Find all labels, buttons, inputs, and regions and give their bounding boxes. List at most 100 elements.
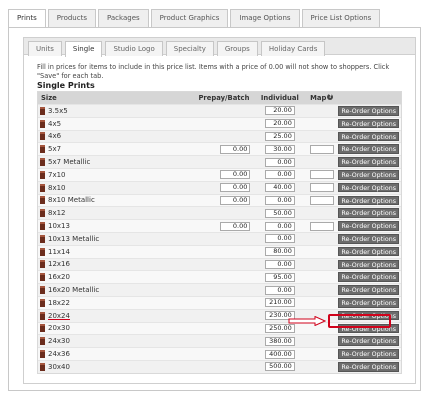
size-label: 4x6 (48, 132, 62, 141)
individual-cell: 500.00 (253, 362, 306, 372)
individual-cell: 0.00 (253, 170, 306, 180)
map-cell (306, 195, 337, 205)
re-order-options-button[interactable]: Re-Order Options (338, 118, 399, 129)
table-row: 16x20 95.00 Re-Order Options (38, 270, 401, 284)
size-label: 11x14 (48, 247, 70, 256)
individual-cell: 0.00 (253, 157, 306, 167)
prices-table: Size Prepay/Batch Individual Map ? 3.5x5… (37, 91, 402, 374)
individual-price-input[interactable]: 20.00 (264, 106, 295, 116)
size-cell: 20x24 (38, 311, 181, 320)
re-order-options-button[interactable]: Re-Order Options (338, 336, 399, 347)
re-order-options-button[interactable]: Re-Order Options (338, 208, 399, 219)
table-row: 8x10 0.00 40.00 Re-Order Options (38, 180, 401, 194)
re-order-options-button[interactable]: Re-Order Options (338, 259, 399, 270)
re-order-options-button[interactable]: Re-Order Options (338, 131, 399, 142)
re-order-options-button[interactable]: Re-Order Options (338, 285, 399, 295)
prepay-price-input[interactable]: 0.00 (220, 144, 251, 154)
inner-tab-bar: Units Single Studio Logo Specialty Groups Hol… (24, 38, 415, 57)
tab-image-options[interactable]: Image Options (230, 9, 300, 27)
size-cell: 4x5 (38, 119, 181, 128)
individual-price-input[interactable]: 50.00 (264, 208, 295, 218)
map-price-input[interactable] (309, 195, 334, 205)
reorder-cell: Re-Order Options (337, 349, 401, 359)
table-body: 3.5x5 20.00 Re-Order Options 4x5 20.00 Re-Ord… (38, 104, 401, 373)
individual-price-input[interactable]: 0.00 (264, 234, 295, 244)
table-row: 12x16 0.00 Re-Order Options (38, 257, 401, 271)
individual-cell: 25.00 (253, 131, 306, 141)
size-label: 16x20 Metallic (48, 286, 100, 295)
print-icon (40, 350, 45, 359)
re-order-options-button[interactable]: Re-Order Options (338, 272, 399, 283)
individual-price-input[interactable]: 0.00 (264, 285, 295, 295)
re-order-options-button[interactable]: Re-Order Options (338, 170, 399, 180)
size-label: 4x5 (48, 119, 62, 128)
individual-price-input[interactable]: 95.00 (264, 272, 295, 282)
re-order-options-button[interactable]: Re-Order Options (338, 246, 399, 257)
size-label: 30x40 (48, 362, 70, 371)
re-order-options-button[interactable]: Re-Order Options (338, 195, 399, 206)
individual-price-input[interactable]: 400.00 (264, 349, 295, 359)
individual-cell: 380.00 (253, 336, 306, 346)
re-order-options-button[interactable]: Re-Order Options (338, 362, 399, 372)
tab-prints[interactable]: Prints (8, 9, 46, 28)
re-order-options-button[interactable]: Re-Order Options (338, 234, 399, 244)
help-icon[interactable]: ? (327, 94, 334, 100)
individual-price-input[interactable]: 210.00 (264, 298, 295, 308)
tab-packages[interactable]: Packages (97, 9, 149, 27)
table-row: 30x40 500.00 Re-Order Options (38, 359, 401, 373)
individual-price-input[interactable]: 80.00 (264, 247, 295, 257)
instructions-text: Fill in prices for items to include in t… (37, 63, 390, 80)
prepay-cell: 0.00 (181, 195, 254, 205)
size-label: 3.5x5 (48, 106, 68, 115)
individual-cell: 0.00 (253, 195, 306, 205)
size-label: 24x36 (48, 350, 70, 359)
print-icon (40, 260, 45, 269)
tab-units[interactable]: Units (28, 41, 62, 56)
print-icon (40, 209, 45, 218)
tab-specialty[interactable]: Specialty (165, 41, 214, 56)
reorder-cell: Re-Order Options (337, 106, 401, 116)
individual-price-input[interactable]: 40.00 (264, 183, 295, 193)
map-column-header: Map ? (306, 94, 337, 102)
re-order-options-button[interactable]: Re-Order Options (338, 144, 399, 155)
re-order-options-button[interactable]: Re-Order Options (338, 221, 399, 231)
individual-price-input[interactable]: 0.00 (264, 157, 295, 167)
map-price-input[interactable] (309, 183, 334, 193)
reorder-cell: Re-Order Options (337, 131, 401, 142)
individual-cell: 30.00 (253, 144, 306, 154)
re-order-options-button[interactable]: Re-Order Options (338, 298, 399, 308)
individual-price-input[interactable]: 30.00 (264, 144, 295, 154)
map-price-input[interactable] (309, 221, 334, 231)
individual-price-input[interactable]: 25.00 (264, 131, 295, 141)
prepay-price-input[interactable]: 0.00 (220, 221, 251, 231)
prepay-cell: 0.00 (181, 221, 254, 231)
tab-price-list-options[interactable]: Price List Options (301, 9, 381, 27)
re-order-options-button[interactable]: Re-Order Options (338, 106, 399, 116)
re-order-options-button[interactable]: Re-Order Options (338, 157, 399, 167)
individual-cell: 400.00 (253, 349, 306, 359)
individual-price-input[interactable]: 0.00 (264, 221, 295, 231)
tab-products[interactable]: Products (47, 9, 96, 27)
individual-price-input[interactable]: 0.00 (264, 259, 295, 269)
individual-price-input[interactable]: 0.00 (264, 195, 295, 205)
size-label: 20x30 (48, 324, 70, 333)
tab-holiday-cards[interactable]: Holiday Cards (260, 41, 326, 56)
table-row: 3.5x5 20.00 Re-Order Options (38, 104, 401, 117)
tab-studio-logo[interactable]: Studio Logo (105, 41, 163, 56)
individual-price-input[interactable]: 20.00 (264, 119, 295, 129)
re-order-options-button[interactable]: Re-Order Options (338, 182, 399, 193)
prepay-price-input[interactable]: 0.00 (220, 170, 251, 180)
map-price-input[interactable] (309, 144, 334, 154)
individual-price-input[interactable]: 380.00 (264, 336, 295, 346)
map-price-input[interactable] (309, 170, 334, 180)
reorder-cell: Re-Order Options (337, 118, 401, 129)
prepay-price-input[interactable]: 0.00 (220, 195, 251, 205)
re-order-options-button[interactable]: Re-Order Options (338, 349, 399, 359)
individual-price-input[interactable]: 0.00 (264, 170, 295, 180)
tab-product-graphics[interactable]: Product Graphics (150, 9, 229, 27)
prepay-price-input[interactable]: 0.00 (220, 183, 251, 193)
individual-column-header: Individual (260, 94, 299, 102)
tab-single[interactable]: Single (64, 41, 103, 57)
individual-price-input[interactable]: 500.00 (264, 362, 295, 372)
tab-groups[interactable]: Groups (216, 41, 258, 56)
